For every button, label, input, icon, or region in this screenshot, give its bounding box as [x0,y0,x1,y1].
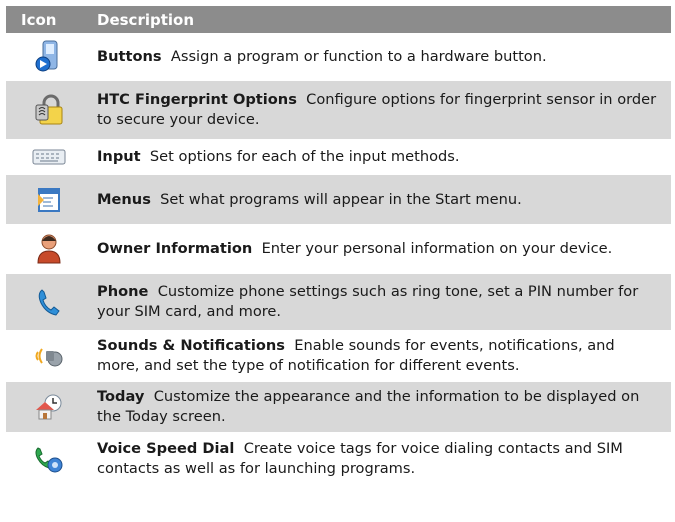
speaker-icon [6,342,97,370]
person-icon [6,233,97,265]
phone-icon [6,287,97,317]
row-title: Sounds & Notifications [97,337,285,354]
row-description: Customize the appearance and the informa… [97,388,640,425]
settings-table: Icon Description Buttons Assign a progra… [6,6,671,486]
menu-icon [6,186,97,214]
row-description: Set what programs will appear in the Sta… [160,190,522,208]
row-title: Menus [97,190,151,208]
row-description: Customize phone settings such as ring to… [97,283,639,320]
table-row: HTC Fingerprint Options Configure option… [6,81,671,139]
row-title: Owner Information [97,240,253,257]
row-description: Assign a program or function to a hardwa… [170,48,547,65]
table-row: Voice Speed Dial Create voice tags for v… [6,432,671,486]
icon-column-header: Icon [21,10,57,29]
table-row: Menus Set what programs will appear in t… [6,175,671,224]
row-description: Enter your personal information on your … [261,240,613,257]
row-description: Set options for each of the input method… [149,148,460,165]
table-header: Icon Description [6,6,671,33]
description-column-header: Description [97,10,195,29]
row-title: Buttons [97,48,162,65]
row-title: Input [97,148,141,165]
table-row: Input Set options for each of the input … [6,139,671,175]
voice-dial-icon [6,444,97,474]
lock-icon [6,94,97,126]
table-row: Sounds & Notifications Enable sounds for… [6,330,671,382]
table-row: Buttons Assign a program or function to … [6,33,671,81]
table-row: Owner Information Enter your personal in… [6,224,671,274]
row-title: Voice Speed Dial [97,440,235,457]
row-title: Today [97,388,145,405]
buttons-icon [6,39,97,75]
table-row: Phone Customize phone settings such as r… [6,274,671,330]
table-row: Today Customize the appearance and the i… [6,382,671,432]
today-icon [6,392,97,422]
row-title: HTC Fingerprint Options [97,91,297,108]
keyboard-icon [6,148,97,166]
row-title: Phone [97,283,149,300]
